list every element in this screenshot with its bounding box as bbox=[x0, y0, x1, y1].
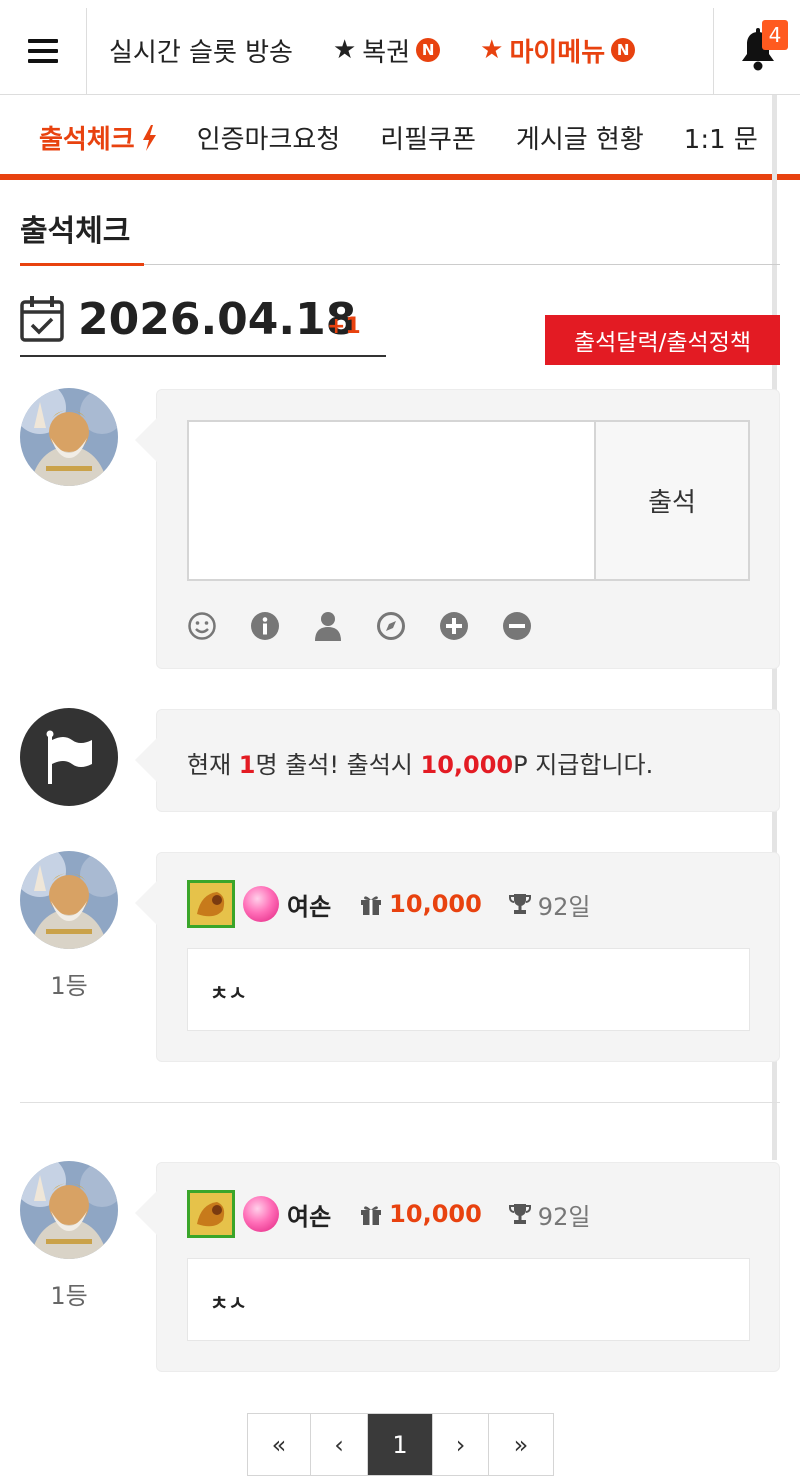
level-badge-icon bbox=[187, 880, 235, 928]
subnav-item-label: 인증마크요청 bbox=[196, 125, 341, 155]
comment-toolbar bbox=[187, 611, 565, 641]
new-badge: N bbox=[611, 38, 636, 62]
star-icon: ★ bbox=[332, 35, 357, 65]
star-icon: ★ bbox=[480, 35, 504, 65]
entry-meta: 여손 10,000 92일 bbox=[187, 880, 590, 928]
attendee-count: 1 bbox=[238, 751, 256, 779]
calendar-check-icon bbox=[20, 296, 64, 342]
notice-text: 명 출석! 출석시 bbox=[255, 751, 421, 779]
subnav-item-label: 출석체크 bbox=[39, 125, 135, 155]
top-menu-my-menu[interactable]: ★ 마이메뉴 N bbox=[480, 32, 636, 69]
attendance-comment-input[interactable] bbox=[187, 420, 594, 581]
subnav-item-certification-request[interactable]: 인증마크요청 bbox=[197, 119, 341, 156]
user-icon[interactable] bbox=[313, 611, 343, 641]
plus-circle-icon[interactable] bbox=[439, 611, 469, 641]
smiley-icon[interactable] bbox=[187, 611, 217, 641]
gem-icon bbox=[243, 886, 279, 922]
gem-icon bbox=[243, 1196, 279, 1232]
next-page-button[interactable]: › bbox=[433, 1414, 489, 1475]
entry-divider bbox=[20, 1102, 780, 1103]
last-page-button[interactable]: » bbox=[489, 1414, 553, 1475]
notice-avatar bbox=[20, 708, 118, 806]
hamburger-icon bbox=[28, 39, 58, 63]
top-menu-lottery[interactable]: ★ 복권 N bbox=[332, 32, 441, 69]
subnav-item-label: 1:1 문 bbox=[683, 125, 758, 155]
reward-points: 10,000 bbox=[420, 751, 514, 779]
avatar-image bbox=[20, 851, 118, 949]
subnav-item-post-status[interactable]: 게시글 현황 bbox=[516, 119, 644, 156]
current-date: 2026.04.18 bbox=[78, 294, 357, 345]
avatar-image bbox=[20, 388, 118, 486]
subnav-item-label: 게시글 현황 bbox=[515, 125, 644, 155]
avatar bbox=[20, 388, 118, 486]
attendance-notice: 현재 1명 출석! 출석시 10,000P 지급합니다. bbox=[187, 745, 653, 780]
trophy-icon bbox=[508, 894, 531, 914]
subnav-item-refill-coupon[interactable]: 리필쿠폰 bbox=[380, 119, 476, 156]
subnav-item-label: 리필쿠폰 bbox=[380, 125, 476, 155]
top-menu: 실시간 슬롯 방송 ★ 복권 N ★ 마이메뉴 N bbox=[109, 30, 675, 70]
minus-circle-icon[interactable] bbox=[502, 611, 532, 641]
current-page-button[interactable]: 1 bbox=[368, 1414, 433, 1475]
top-menu-label: 복권 bbox=[362, 37, 411, 68]
new-badge: N bbox=[416, 38, 441, 62]
subnav-item-attendance[interactable]: 출석체크 bbox=[39, 119, 157, 156]
gift-icon bbox=[361, 896, 382, 915]
top-bar: 실시간 슬롯 방송 ★ 복권 N ★ 마이메뉴 N 4 bbox=[0, 0, 800, 95]
sub-navigation: 출석체크 인증마크요청 리필쿠폰 게시글 현황 1:1 문 bbox=[0, 95, 800, 180]
trophy-icon bbox=[508, 1204, 531, 1224]
info-icon[interactable] bbox=[250, 611, 280, 641]
attendance-rank: 1등 bbox=[50, 1282, 88, 1310]
page-title: 출석체크 bbox=[20, 214, 131, 249]
entry-meta: 여손 10,000 92일 bbox=[187, 1190, 590, 1238]
gift-icon bbox=[361, 1206, 382, 1225]
attendance-days: 92일 bbox=[537, 892, 591, 921]
level-badge-icon bbox=[187, 1190, 235, 1238]
avatar-image bbox=[20, 1161, 118, 1259]
attendance-days: 92일 bbox=[537, 1202, 591, 1231]
attendance-rank: 1등 bbox=[50, 972, 88, 1000]
date-delta: +1 bbox=[327, 314, 361, 339]
flag-icon bbox=[46, 730, 92, 784]
previous-page-button[interactable]: ‹ bbox=[311, 1414, 368, 1475]
attendance-submit-button[interactable]: 출석 bbox=[594, 420, 750, 581]
entry-comment: ㅊㅅ bbox=[187, 1258, 750, 1341]
date-display: 2026.04.18 +1 bbox=[20, 294, 386, 357]
reward-points: 10,000 bbox=[389, 1200, 482, 1228]
nickname[interactable]: 여손 bbox=[287, 1197, 331, 1232]
entry-comment: ㅊㅅ bbox=[187, 948, 750, 1031]
attendance-policy-button[interactable]: 출석달력/출석정책 bbox=[545, 315, 780, 365]
notification-count-badge: 4 bbox=[762, 20, 788, 50]
top-menu-label: 마이메뉴 bbox=[509, 37, 606, 68]
hamburger-menu-button[interactable] bbox=[0, 8, 87, 94]
title-accent-bar bbox=[20, 263, 144, 266]
avatar bbox=[20, 851, 118, 949]
notice-text: P 지급합니다. bbox=[513, 751, 654, 779]
reward-points: 10,000 bbox=[389, 890, 482, 918]
lightning-icon bbox=[142, 124, 156, 151]
subnav-item-inquiry[interactable]: 1:1 문 bbox=[684, 119, 758, 156]
top-menu-live-slot[interactable]: 실시간 슬롯 방송 bbox=[109, 32, 293, 69]
first-page-button[interactable]: « bbox=[248, 1414, 311, 1475]
top-menu-label: 실시간 슬롯 방송 bbox=[109, 37, 293, 68]
compass-icon[interactable] bbox=[376, 611, 406, 641]
nickname[interactable]: 여손 bbox=[287, 887, 331, 922]
notice-text: 현재 bbox=[187, 751, 239, 779]
avatar bbox=[20, 1161, 118, 1259]
pagination: « ‹ 1 › » bbox=[247, 1413, 554, 1476]
